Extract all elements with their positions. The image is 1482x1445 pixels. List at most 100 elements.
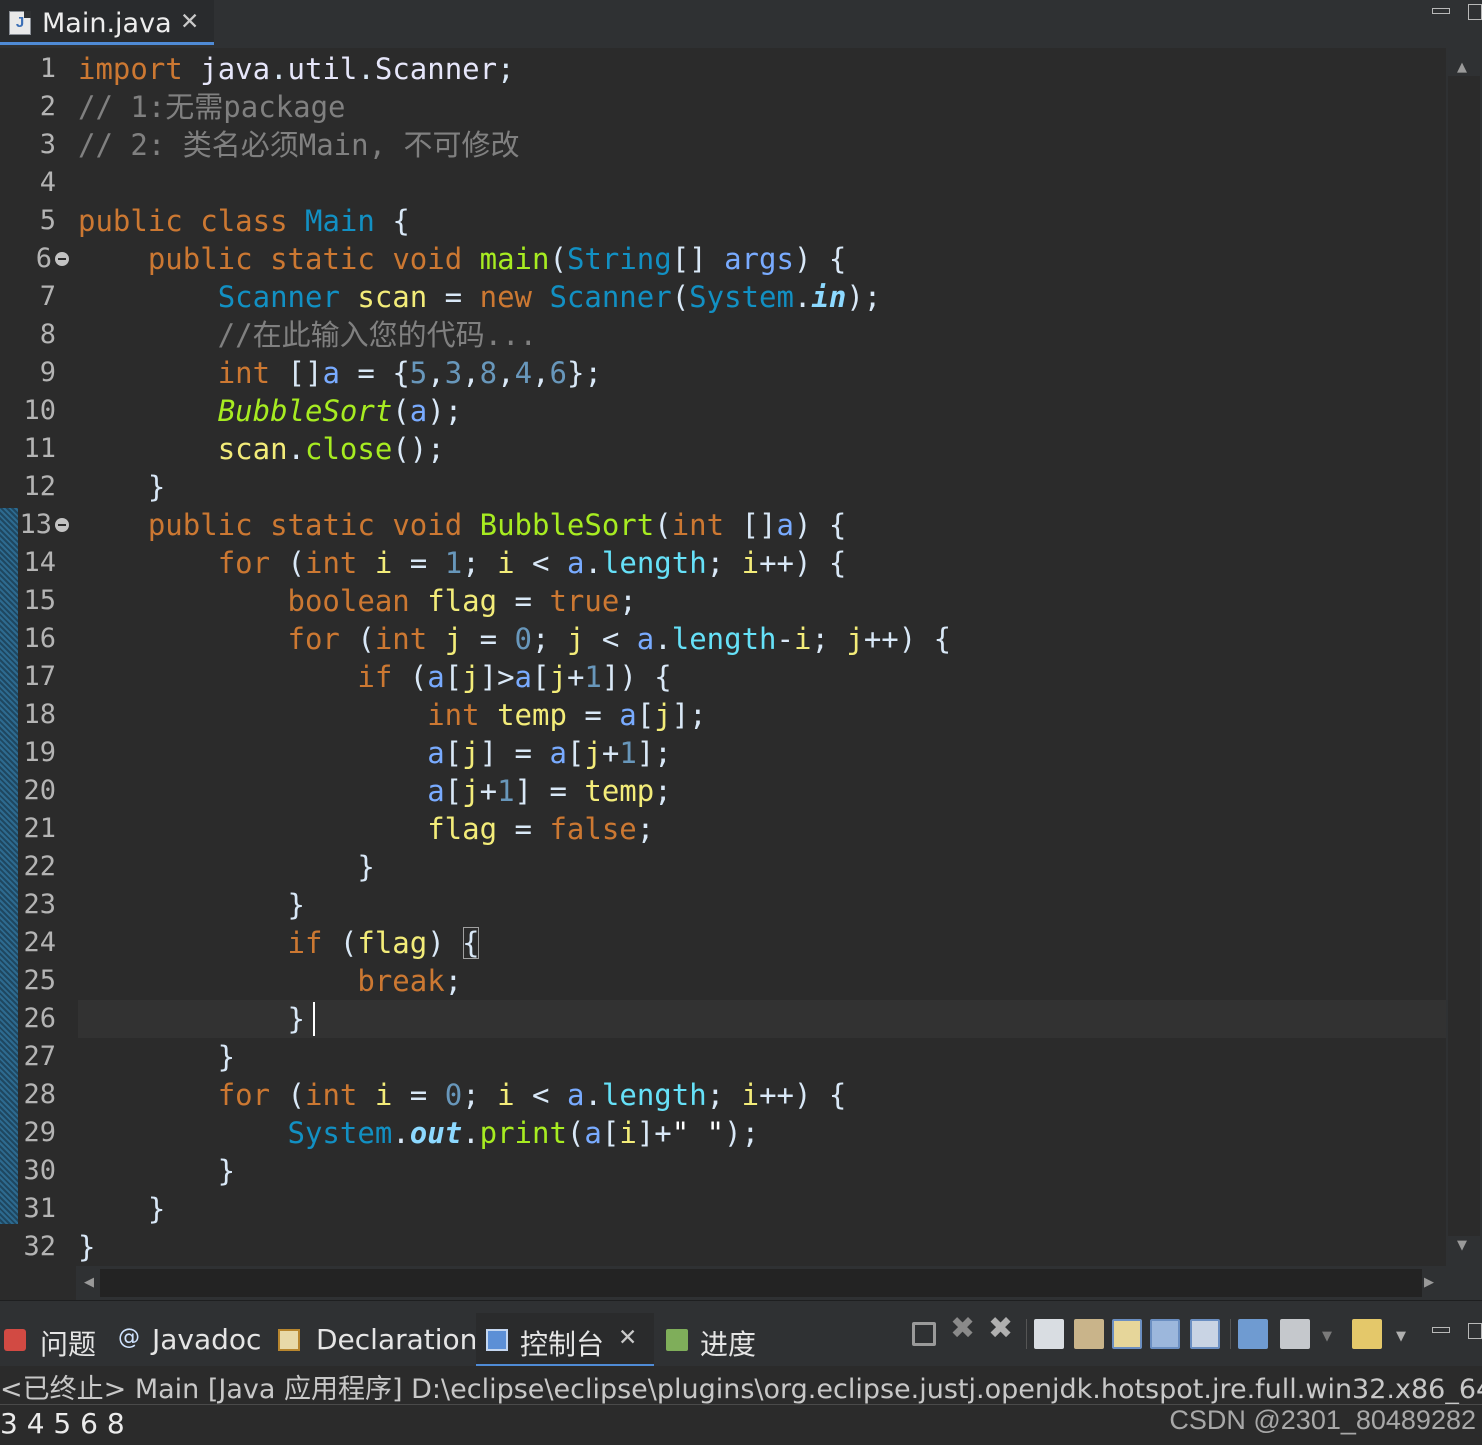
- remove-launch-icon[interactable]: ✖: [950, 1311, 980, 1345]
- tab-problems[interactable]: 问题: [0, 1313, 106, 1367]
- editor-tab-main-java[interactable]: J Main.java ✕: [0, 0, 214, 45]
- line-number: 11: [23, 433, 56, 464]
- fold-collapse-icon[interactable]: [55, 518, 69, 532]
- code-line: boolean flag = true;: [287, 584, 637, 618]
- minimize-icon[interactable]: [1432, 1327, 1450, 1333]
- watermark: CSDN @2301_80489282: [1169, 1405, 1476, 1435]
- code-line: for (int i = 1; i < a.length; i++) {: [217, 546, 847, 580]
- fold-collapse-icon[interactable]: [55, 252, 69, 266]
- line-number: 20: [23, 775, 56, 806]
- code-line: }: [78, 1002, 305, 1036]
- horizontal-scroll-thumb[interactable]: [100, 1269, 1422, 1297]
- code-line: a[j+1] = temp;: [427, 774, 672, 808]
- progress-icon: [666, 1329, 688, 1351]
- line-number: 8: [39, 319, 56, 350]
- terminate-icon[interactable]: [912, 1322, 936, 1346]
- declaration-icon: [278, 1329, 300, 1351]
- display-selected-console-icon[interactable]: [1280, 1319, 1310, 1349]
- code-line: public static void main(String[] args) {: [147, 242, 847, 276]
- scroll-lock-icon[interactable]: [1074, 1319, 1104, 1349]
- console-output-area[interactable]: 3 4 5 6 8 CSDN @2301_80489282: [0, 1405, 1482, 1445]
- line-number: 7: [39, 281, 56, 312]
- line-number: 3: [39, 129, 56, 160]
- line-number: 19: [23, 737, 56, 768]
- code-line: // 2: 类名必须Main, 不可修改: [78, 128, 520, 162]
- line-number: 17: [23, 661, 56, 692]
- code-line: }: [78, 1040, 236, 1074]
- close-icon[interactable]: ✕: [618, 1325, 637, 1351]
- line-number: 22: [23, 851, 56, 882]
- code-line: }: [78, 888, 305, 922]
- line-number: 23: [23, 889, 56, 920]
- tab-javadoc[interactable]: @ Javadoc: [112, 1313, 262, 1367]
- tab-declaration[interactable]: Declaration: [274, 1313, 477, 1367]
- code-line: }: [78, 1154, 236, 1188]
- toolbar-separator: [1026, 1319, 1027, 1349]
- horizontal-scrollbar[interactable]: ◀ ▶: [76, 1266, 1446, 1300]
- code-editor[interactable]: 1 2 3 4 5 6 7 8 9 10 11 12 13 14 15 16 1…: [0, 48, 1446, 1266]
- maximize-icon[interactable]: [1468, 4, 1482, 20]
- java-file-icon: J: [9, 11, 31, 35]
- code-line: // 1:无需package: [78, 90, 346, 124]
- line-number: 2: [39, 91, 56, 122]
- code-line: a[j] = a[j+1];: [427, 736, 672, 770]
- code-line: }: [78, 850, 375, 884]
- code-line: BubbleSort(a);: [217, 394, 463, 428]
- show-on-stdout-icon[interactable]: [1150, 1319, 1180, 1349]
- clear-console-icon[interactable]: [1034, 1319, 1064, 1349]
- line-number: 1: [39, 53, 56, 84]
- maximize-icon[interactable]: [1468, 1323, 1482, 1339]
- scroll-left-icon[interactable]: ◀: [84, 1275, 94, 1290]
- line-number: 28: [23, 1079, 56, 1110]
- console-status-bar: <已终止> Main [Java 应用程序] D:\eclipse\eclips…: [0, 1366, 1482, 1405]
- javadoc-icon: @: [118, 1325, 140, 1350]
- show-on-stderr-icon[interactable]: [1190, 1319, 1220, 1349]
- vertical-scrollbar[interactable]: ▲ ▼: [1446, 48, 1482, 1266]
- code-line: }: [78, 1192, 166, 1226]
- line-number: 5: [39, 205, 56, 236]
- code-line: }: [78, 1230, 96, 1264]
- line-number: 26: [23, 1003, 56, 1034]
- chevron-down-icon[interactable]: ▼: [1322, 1329, 1332, 1344]
- toolbar-separator: [1230, 1319, 1231, 1349]
- line-number: 13: [19, 509, 52, 540]
- line-number: 6: [35, 243, 52, 274]
- code-line: }: [78, 470, 166, 504]
- scroll-right-icon[interactable]: ▶: [1424, 1275, 1434, 1290]
- editor-tab-label: Main.java: [42, 8, 172, 39]
- word-wrap-icon[interactable]: [1112, 1319, 1142, 1349]
- pin-console-icon[interactable]: [1238, 1319, 1268, 1349]
- vertical-scroll-thumb[interactable]: [1448, 76, 1480, 1236]
- code-line: for (int i = 0; i < a.length; i++) {: [217, 1078, 847, 1112]
- code-line: for (int j = 0; j < a.length-i; j++) {: [287, 622, 952, 656]
- code-line: //在此输入您的代码...: [78, 318, 537, 352]
- line-number: 15: [23, 585, 56, 616]
- code-line: public class Main {: [78, 204, 410, 238]
- code-line: if (a[j]>a[j+1]) {: [357, 660, 672, 694]
- line-number: 12: [23, 471, 56, 502]
- tab-progress[interactable]: 进度: [660, 1313, 770, 1367]
- code-line: int []a = {5,3,8,4,6};: [217, 356, 602, 390]
- console-icon: [486, 1329, 508, 1351]
- line-number: 21: [23, 813, 56, 844]
- line-number: 31: [23, 1193, 56, 1224]
- line-number: 32: [23, 1231, 56, 1262]
- code-line: public static void BubbleSort(int []a) {: [147, 508, 847, 542]
- tab-label: 问题: [40, 1328, 97, 1361]
- scroll-down-icon[interactable]: ▼: [1457, 1238, 1467, 1253]
- views-panel-tab-bar: 问题 @ Javadoc Declaration 控制台 ✕ 进度 ✖ ✖ ▼ …: [0, 1300, 1482, 1367]
- code-line: System.out.print(a[i]+" ");: [287, 1116, 760, 1150]
- code-line: break;: [357, 964, 463, 998]
- scroll-corner: [1446, 1266, 1482, 1300]
- open-console-icon[interactable]: [1352, 1319, 1382, 1349]
- line-number: 14: [23, 547, 56, 578]
- tab-console[interactable]: 控制台 ✕: [476, 1313, 654, 1367]
- minimize-icon[interactable]: [1432, 8, 1450, 14]
- code-line: scan.close();: [217, 432, 445, 466]
- line-number: 29: [23, 1117, 56, 1148]
- chevron-down-icon[interactable]: ▼: [1396, 1329, 1406, 1344]
- remove-all-terminated-icon[interactable]: ✖: [988, 1311, 1018, 1345]
- line-number: 9: [39, 357, 56, 388]
- scroll-up-icon[interactable]: ▲: [1457, 60, 1467, 75]
- close-icon[interactable]: ✕: [180, 9, 199, 35]
